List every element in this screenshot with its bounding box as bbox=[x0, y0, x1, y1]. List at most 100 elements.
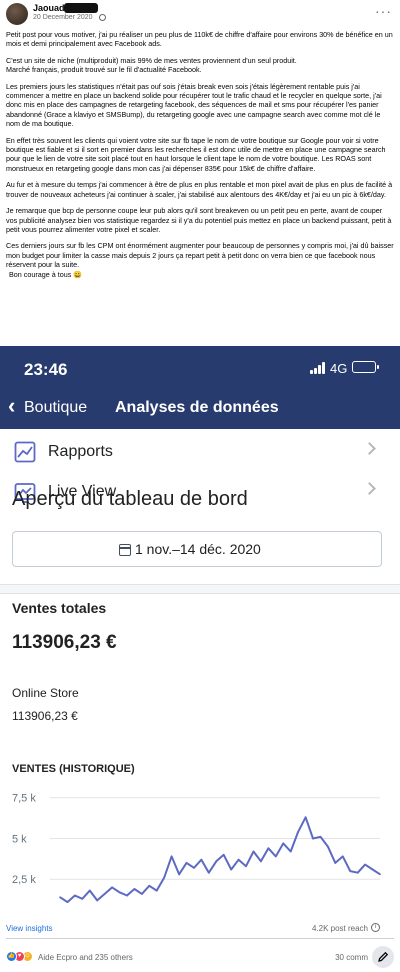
sales-data-point bbox=[349, 870, 352, 872]
sales-data-point bbox=[96, 899, 99, 902]
sales-data-point bbox=[297, 831, 299, 833]
comments-count[interactable]: 30 comm bbox=[335, 953, 368, 962]
post-paragraph: C'est un site de niche (multiproduit) ma… bbox=[6, 55, 297, 75]
dashboard-title: Aperçu du tableau de bord bbox=[12, 488, 248, 510]
y-tick-label: 5 k bbox=[12, 833, 27, 845]
app-navbar: 23:46 4G ‹ Boutique Analyses de données bbox=[0, 346, 400, 429]
sales-data-point bbox=[74, 894, 76, 897]
sales-data-point bbox=[356, 871, 359, 874]
facebook-post: Jaouad 20 December 2020 ··· Petit post p… bbox=[0, 0, 400, 972]
online-store-value: 113906,23 € bbox=[12, 709, 78, 723]
sales-data-point bbox=[66, 901, 69, 903]
more-options-icon[interactable]: ··· bbox=[375, 4, 392, 18]
pencil-icon bbox=[378, 951, 389, 962]
post-date[interactable]: 20 December 2020 bbox=[33, 14, 93, 21]
network-type: 4G bbox=[330, 361, 348, 376]
post-paragraph: Je remarque que bcp de personne coupe le… bbox=[6, 206, 392, 234]
edit-button[interactable] bbox=[372, 946, 394, 968]
total-sales-value: 113906,23 € bbox=[12, 632, 117, 653]
sales-data-point bbox=[312, 837, 314, 840]
sales-data-point bbox=[260, 860, 262, 863]
sales-data-point bbox=[133, 888, 136, 890]
author-name[interactable]: Jaouad bbox=[33, 3, 65, 13]
post-paragraph: Ces derniers jours sur fb les CPM ont én… bbox=[6, 241, 394, 270]
sales-data-point bbox=[178, 873, 180, 876]
sales-data-point bbox=[103, 893, 106, 895]
post-paragraph: Au fur et à mesure du temps j'ai commenc… bbox=[6, 180, 393, 199]
sales-data-point bbox=[379, 873, 381, 876]
globe-icon bbox=[99, 14, 106, 21]
sales-data-point bbox=[334, 862, 337, 864]
post-footer: View insights 4.2K post reach i 👍 ♥ ☺ Ai… bbox=[0, 920, 400, 972]
date-range-button[interactable]: 1 nov.–14 déc. 2020 bbox=[12, 531, 382, 567]
sales-data-point bbox=[282, 842, 285, 845]
sales-data-point bbox=[111, 886, 113, 889]
author-avatar[interactable] bbox=[6, 3, 28, 25]
y-tick-label: 2,5 k bbox=[12, 874, 36, 886]
signal-icon bbox=[310, 362, 328, 374]
sales-data-point bbox=[88, 889, 91, 892]
sales-data-point bbox=[341, 855, 344, 858]
post-signoff: Bon courage à tous 😀 bbox=[9, 269, 83, 279]
menu-item-label: Rapports bbox=[48, 443, 113, 460]
info-icon[interactable]: i bbox=[371, 923, 380, 932]
online-store-label: Online Store bbox=[12, 686, 79, 700]
reactions-summary[interactable]: 👍 ♥ ☺ bbox=[6, 951, 34, 963]
post-paragraph: Les premiers jours les statistiques n'ét… bbox=[6, 81, 382, 129]
sales-data-point bbox=[319, 836, 322, 838]
sales-data-point bbox=[222, 853, 225, 856]
chevron-right-icon bbox=[363, 442, 376, 455]
sales-data-point bbox=[237, 858, 240, 861]
sales-data-point bbox=[81, 898, 84, 900]
sales-data-point bbox=[252, 850, 255, 853]
like-icon: 👍 bbox=[6, 951, 17, 962]
calendar-icon bbox=[119, 544, 131, 556]
sales-data-point bbox=[170, 855, 173, 858]
sales-data-point bbox=[371, 868, 374, 871]
back-button[interactable]: Boutique bbox=[24, 399, 87, 417]
sales-data-point bbox=[275, 855, 277, 858]
post-header: Jaouad 20 December 2020 ··· bbox=[0, 0, 400, 26]
sales-data-point bbox=[267, 847, 270, 850]
reports-icon bbox=[14, 441, 36, 463]
sales-data-point bbox=[208, 871, 210, 874]
sales-data-point bbox=[289, 850, 292, 853]
date-range-label: 1 nov.–14 déc. 2020 bbox=[135, 541, 261, 557]
sales-data-point bbox=[215, 860, 218, 863]
sales-data-point bbox=[245, 865, 247, 867]
view-insights-link[interactable]: View insights bbox=[6, 924, 53, 933]
sales-data-point bbox=[230, 868, 232, 871]
back-chevron-icon[interactable]: ‹ bbox=[8, 395, 15, 417]
post-paragraph: En effet très souvent les clients qui vo… bbox=[6, 135, 386, 173]
section-divider bbox=[0, 584, 400, 594]
sales-series-line bbox=[59, 816, 381, 904]
chevron-right-icon bbox=[363, 482, 376, 495]
sales-data-point bbox=[193, 867, 195, 869]
sales-data-point bbox=[118, 891, 121, 894]
sales-history-label: VENTES (HISTORIQUE) bbox=[12, 763, 135, 775]
post-paragraph: Petit post pour vous motiver, j'ai pu ré… bbox=[6, 30, 393, 49]
sales-data-point bbox=[163, 876, 165, 879]
attached-screenshot[interactable]: 23:46 4G ‹ Boutique Analyses de données … bbox=[0, 346, 400, 920]
footer-divider bbox=[6, 938, 394, 939]
sales-data-point bbox=[59, 896, 61, 898]
sales-data-point bbox=[364, 863, 366, 866]
y-tick-label: 7,5 k bbox=[12, 793, 36, 805]
nav-title: Analyses de données bbox=[115, 399, 279, 416]
status-time: 23:46 bbox=[24, 360, 68, 379]
sales-data-point bbox=[327, 845, 329, 848]
sales-data-point bbox=[141, 893, 143, 895]
post-reach: 4.2K post reach bbox=[311, 924, 368, 933]
battery-icon bbox=[352, 361, 379, 373]
sales-data-point bbox=[304, 816, 307, 819]
menu-item-rapports[interactable]: Rapports bbox=[0, 432, 400, 472]
sales-history-chart: 7,5 k 5 k 2,5 k bbox=[12, 793, 381, 904]
reactors-text[interactable]: Aide Ecpro and 235 others bbox=[38, 953, 133, 962]
sales-data-point bbox=[155, 889, 158, 892]
sales-data-point bbox=[126, 894, 128, 897]
sales-data-point bbox=[185, 862, 188, 864]
post-body: Petit post pour vous motiver, j'ai pu ré… bbox=[6, 30, 394, 279]
redaction-bar bbox=[64, 3, 98, 13]
sales-data-point bbox=[148, 884, 151, 887]
total-sales-label: Ventes totales bbox=[12, 600, 107, 616]
